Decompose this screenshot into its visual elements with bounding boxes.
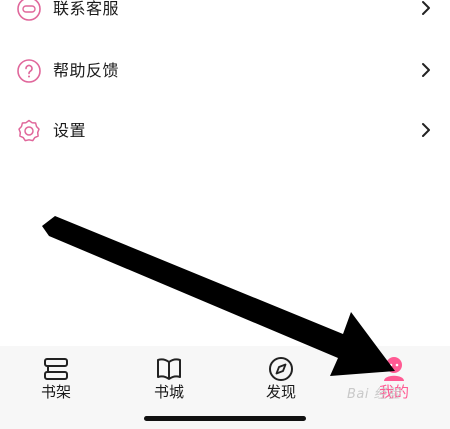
menu-item-settings[interactable]: 设置	[0, 118, 450, 166]
menu-item-label: 联系客服	[53, 0, 120, 18]
tab-mine[interactable]: 我的	[354, 346, 434, 416]
menu-item-label: 帮助反馈	[53, 61, 120, 80]
menu-item-label: 设置	[53, 121, 87, 140]
home-indicator	[144, 416, 306, 421]
tab-bookstore[interactable]: 书城	[129, 346, 209, 416]
profile-icon	[384, 357, 404, 381]
tab-discover[interactable]: 发现	[241, 346, 321, 416]
chevron-right-icon	[422, 123, 430, 137]
help-icon	[17, 59, 41, 83]
tab-label: 书城	[153, 383, 184, 401]
tab-label: 发现	[265, 383, 296, 401]
menu-item-help-feedback[interactable]: 帮助反馈	[0, 58, 450, 106]
menu-item-contact-support[interactable]: 联系客服	[0, 0, 450, 44]
tab-label: 书架	[40, 383, 71, 401]
chevron-right-icon	[422, 1, 430, 15]
bookshelf-icon	[44, 358, 68, 380]
book-icon	[157, 358, 181, 380]
tab-bookshelf[interactable]: 书架	[16, 346, 96, 416]
headset-icon	[17, 0, 41, 21]
compass-icon	[269, 357, 293, 381]
watermark: Bai 经验	[347, 387, 401, 402]
settings-icon	[18, 119, 40, 142]
chevron-right-icon	[422, 63, 430, 77]
